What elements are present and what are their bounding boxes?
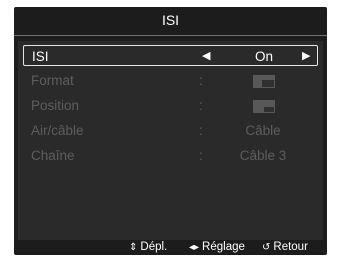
format-picture-icon <box>253 75 275 88</box>
adjust-label: Réglage <box>202 241 245 253</box>
move-label: Dépl. <box>140 241 168 253</box>
adjust-hint: ◂▸ Réglage <box>189 240 245 255</box>
menu-title: ISI <box>161 12 180 28</box>
move-icon: ⇕ <box>129 242 138 253</box>
menu-row-channel[interactable]: Chaîne : Câble 3 <box>23 145 318 166</box>
isi-label: ISI <box>32 49 49 64</box>
air-cable-value: Câble <box>245 123 281 138</box>
format-colon: : <box>199 73 203 88</box>
return-icon: ↺ <box>262 242 271 253</box>
menu-row-format[interactable]: Format : <box>23 70 318 91</box>
menu-row-air-cable[interactable]: Air/câble : Câble <box>23 120 318 141</box>
menu-row-isi[interactable]: ISI ◀ On ▶ <box>23 45 318 66</box>
channel-label: Chaîne <box>31 148 75 163</box>
move-hint: ⇕ Dépl. <box>129 240 167 255</box>
air-cable-label: Air/câble <box>31 123 84 138</box>
position-colon: : <box>199 98 203 113</box>
isi-value: On <box>254 49 273 64</box>
osd-menu-window: ISI ISI ◀ On ▶ Format : Position : Air/c… <box>14 7 327 255</box>
title-divider <box>14 35 327 36</box>
adjust-icon: ◂▸ <box>189 242 200 253</box>
return-label: Retour <box>273 241 308 253</box>
position-picture-icon <box>253 100 275 113</box>
arrow-right-icon[interactable]: ▶ <box>302 46 310 67</box>
channel-value: Câble 3 <box>239 148 287 163</box>
footer-hints: ⇕ Dépl. ◂▸ Réglage ↺ Retour <box>14 240 327 255</box>
menu-row-position[interactable]: Position : <box>23 95 318 116</box>
arrow-left-icon[interactable]: ◀ <box>202 46 210 67</box>
position-label: Position <box>31 98 80 113</box>
return-hint: ↺ Retour <box>262 240 308 255</box>
air-cable-colon: : <box>199 123 203 138</box>
channel-colon: : <box>199 148 203 163</box>
menu-panel: ISI ◀ On ▶ Format : Position : Air/câble… <box>18 41 323 240</box>
format-label: Format <box>31 73 74 88</box>
